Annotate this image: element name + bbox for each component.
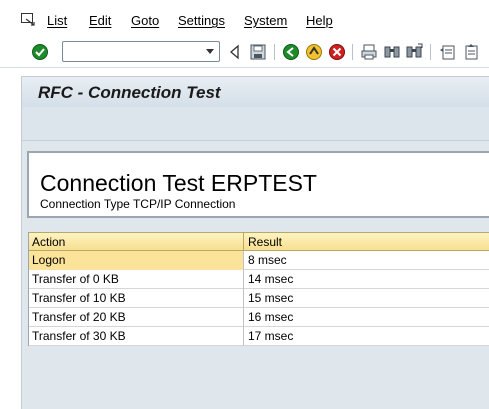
toolbar-separator (430, 44, 431, 60)
column-header-action[interactable]: Action (28, 233, 244, 252)
back-icon[interactable] (282, 43, 300, 61)
menu-goto[interactable]: Goto (131, 13, 159, 28)
table-row[interactable]: Transfer of 30 KB 17 msec (28, 327, 489, 346)
table-row[interactable]: Transfer of 20 KB 16 msec (28, 308, 489, 327)
cell-action: Transfer of 20 KB (28, 308, 244, 327)
standard-toolbar (0, 38, 489, 68)
enter-icon[interactable] (31, 43, 49, 61)
table-header-row: Action Result (28, 232, 489, 252)
menu-help[interactable]: Help (306, 13, 333, 28)
page-title: RFC - Connection Test (38, 83, 221, 102)
title-bar: RFC - Connection Test (21, 76, 489, 107)
back-triangle-icon[interactable] (226, 43, 244, 61)
menu-system[interactable]: System (244, 13, 287, 28)
previous-page-icon[interactable] (462, 43, 480, 61)
results-table: Action Result Logon 8 msec Transfer of 0… (28, 232, 489, 346)
cell-result: 16 msec (248, 310, 294, 324)
table-row[interactable]: Transfer of 10 KB 15 msec (28, 289, 489, 308)
first-page-icon[interactable] (439, 43, 457, 61)
application-toolbar (21, 107, 489, 141)
save-icon[interactable] (249, 43, 267, 61)
menu-settings[interactable]: Settings (178, 13, 225, 28)
toolbar-separator (274, 44, 275, 60)
list-header: Connection Test ERPTEST Connection Type … (27, 151, 489, 218)
list-heading: Connection Test ERPTEST (40, 170, 317, 196)
cell-result: 8 msec (248, 253, 287, 267)
exit-icon[interactable] (305, 43, 323, 61)
menu-edit[interactable]: Edit (89, 13, 111, 28)
cell-action: Transfer of 10 KB (28, 289, 244, 308)
menu-bar: List Edit Goto Settings System Help (0, 0, 489, 38)
chevron-down-icon[interactable] (203, 45, 217, 58)
menu-list[interactable]: List (47, 13, 67, 28)
cell-action: Transfer of 30 KB (28, 327, 244, 346)
command-field[interactable] (62, 41, 220, 62)
command-input[interactable] (65, 43, 203, 60)
column-header-result[interactable]: Result (244, 233, 489, 252)
menu-window-icon[interactable] (21, 13, 36, 26)
table-row[interactable]: Transfer of 0 KB 14 msec (28, 270, 489, 289)
print-icon[interactable] (360, 43, 378, 61)
cell-result: 17 msec (248, 329, 294, 343)
cell-action: Logon (28, 251, 244, 270)
cell-action: Transfer of 0 KB (28, 270, 244, 289)
content-area: Connection Test ERPTEST Connection Type … (21, 141, 489, 409)
cancel-icon[interactable] (328, 43, 346, 61)
list-subheading: Connection Type TCP/IP Connection (40, 197, 236, 211)
cell-result: 14 msec (248, 272, 294, 286)
table-left-border (28, 232, 29, 346)
toolbar-separator (352, 44, 353, 60)
find-next-icon[interactable] (405, 43, 423, 61)
cell-result: 15 msec (248, 291, 294, 305)
table-row[interactable]: Logon 8 msec (28, 251, 489, 270)
find-icon[interactable] (383, 43, 401, 61)
